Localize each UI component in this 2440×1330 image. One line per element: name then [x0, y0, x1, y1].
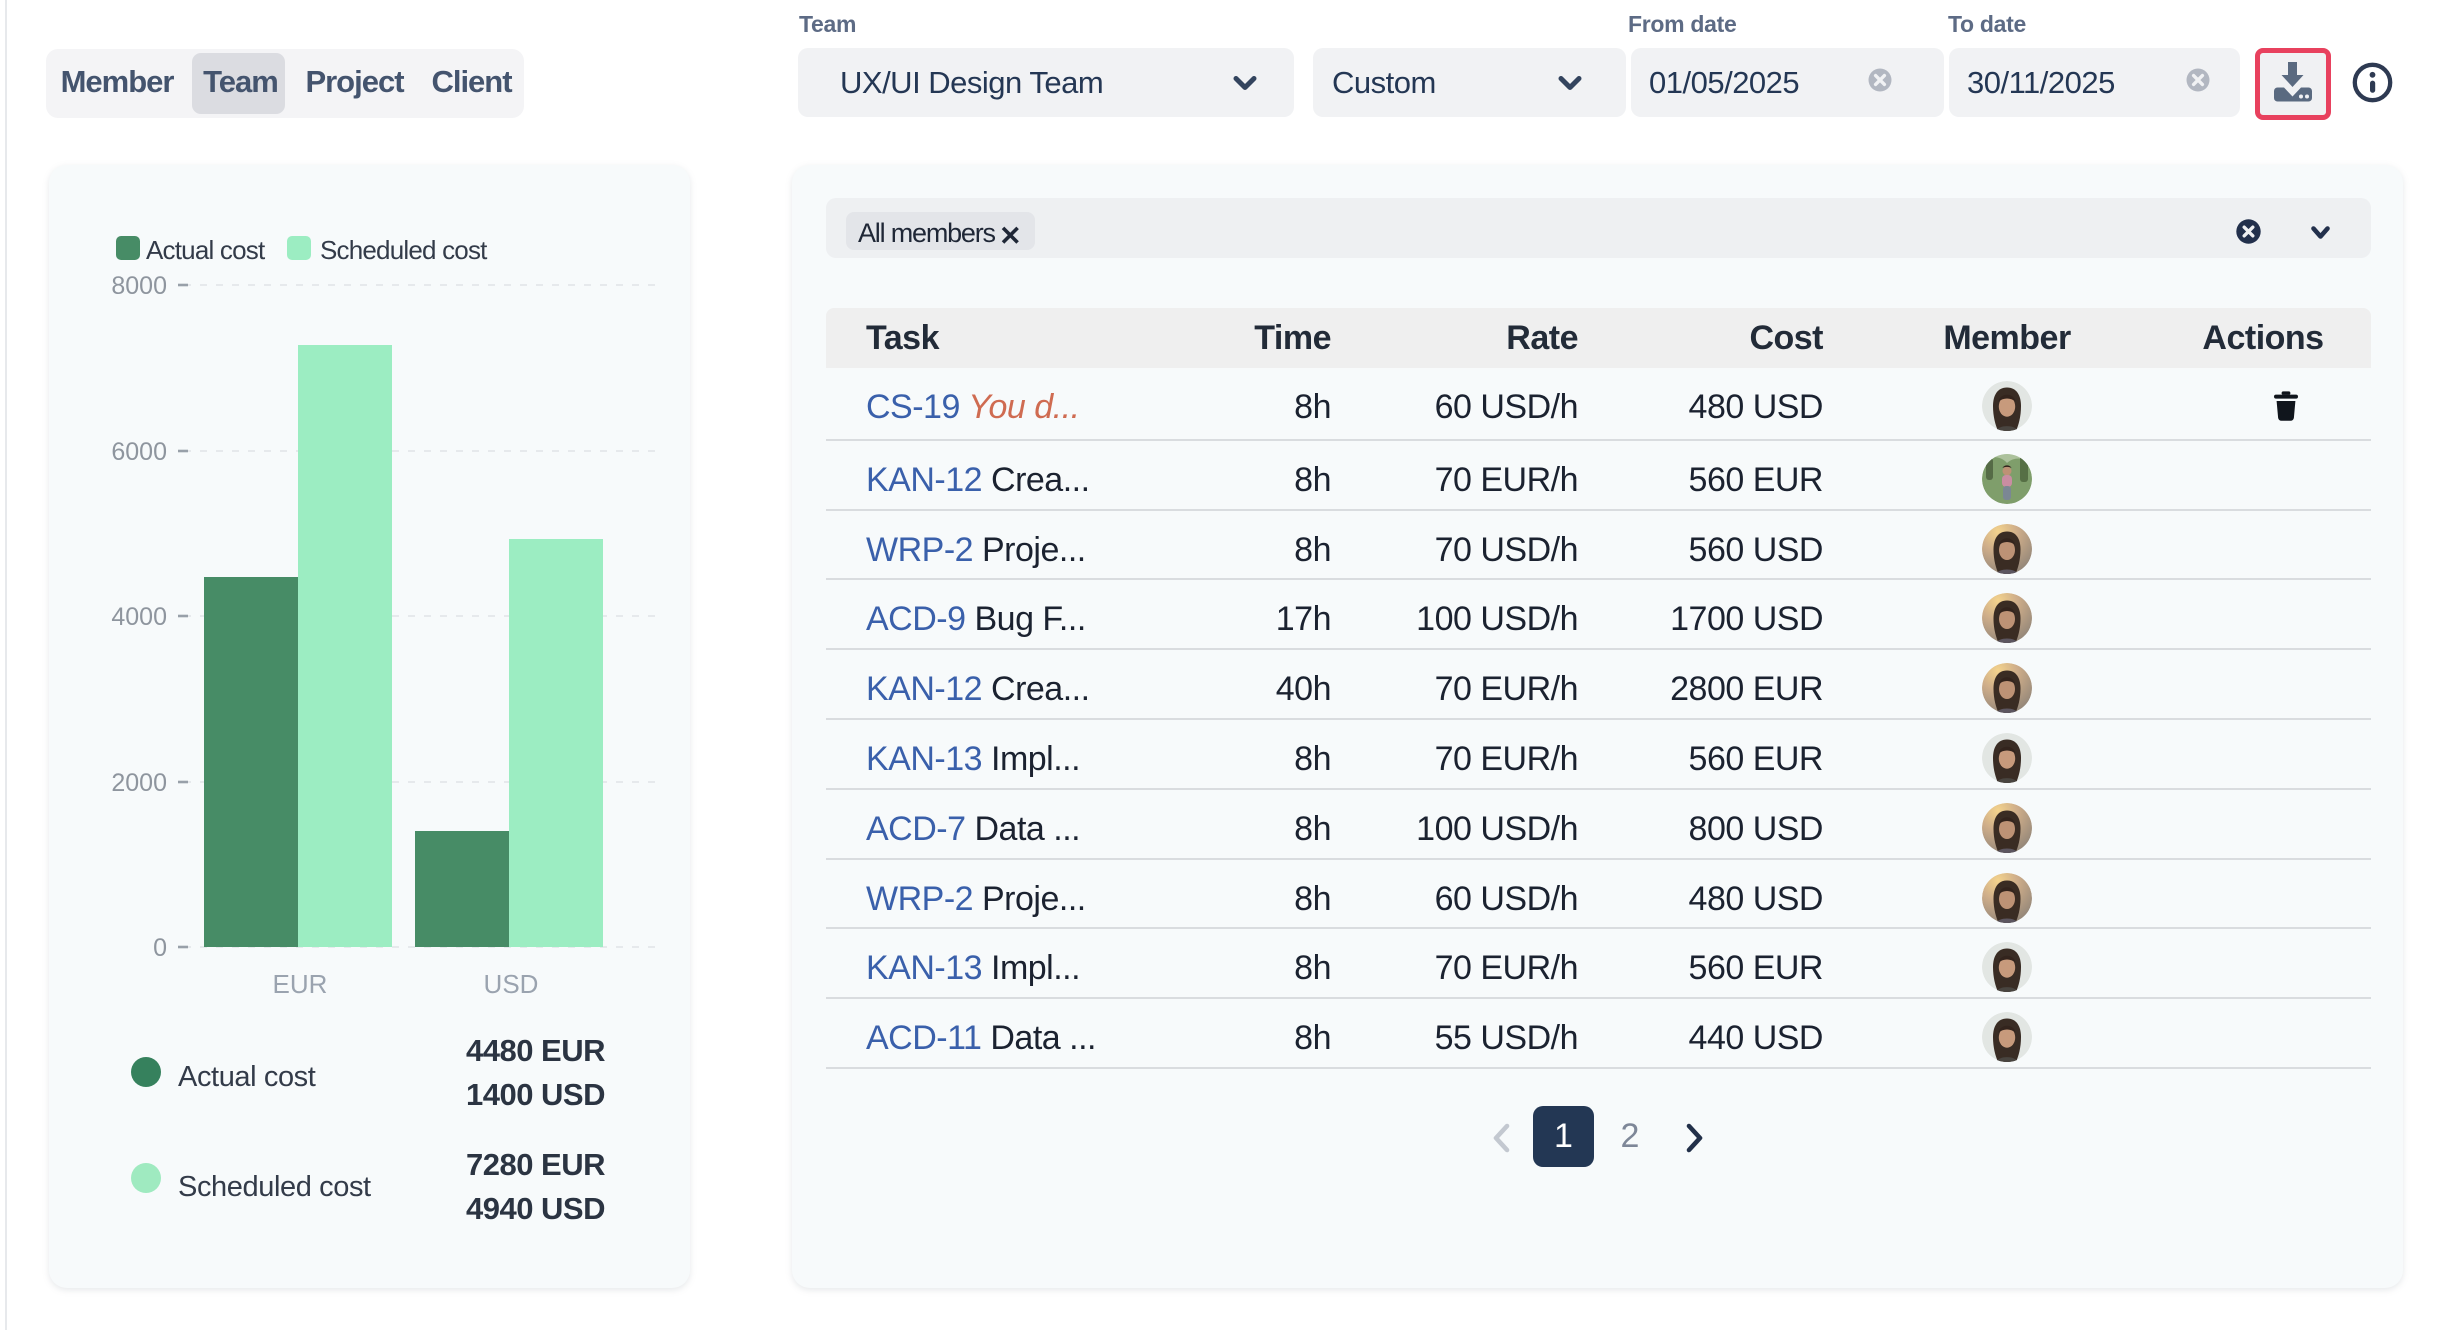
- svg-text:0: 0: [153, 934, 167, 962]
- svg-text:8000: 8000: [111, 272, 167, 300]
- svg-text:4000: 4000: [111, 603, 167, 631]
- svg-text:USD: USD: [484, 969, 539, 999]
- svg-text:6000: 6000: [111, 438, 167, 466]
- svg-text:EUR: EUR: [273, 969, 328, 999]
- svg-text:2000: 2000: [111, 769, 167, 797]
